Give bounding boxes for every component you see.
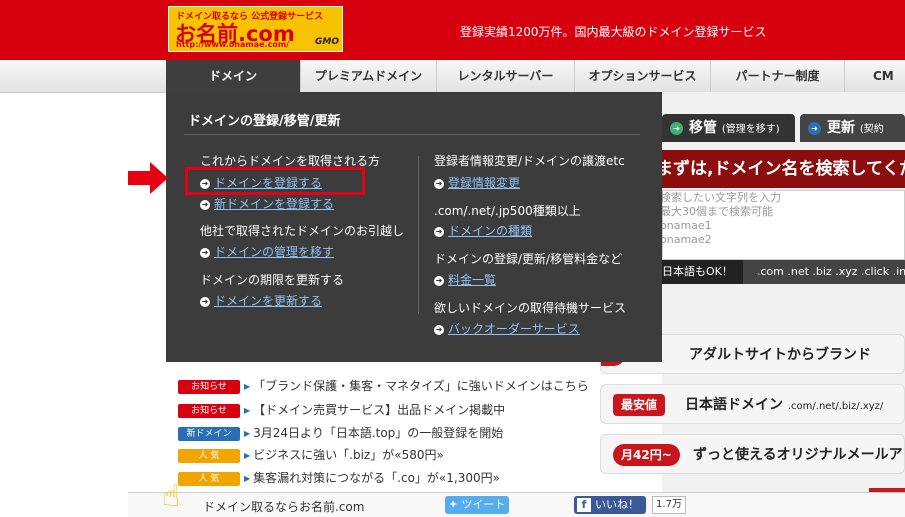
facebook-like-button[interactable]: f いいね！ [574, 496, 646, 514]
tab-transfer-sub: (管理を移す) [721, 124, 780, 135]
tab-partner[interactable]: パートナー制度 [710, 60, 844, 92]
news-label: 人 気 [178, 448, 240, 463]
news-text: 「ブランド保護・集客・マネタイズ」に強いドメインはこちら [253, 379, 589, 393]
gmo-logo: GMO [315, 37, 339, 47]
header-tagline: 登録実績1200万件。国内最大級のドメイン登録サービス [460, 25, 767, 39]
triangle-right-icon: ▶ [244, 474, 251, 483]
facebook-icon: f [577, 498, 591, 512]
tab-option-service[interactable]: オプションサービス [574, 60, 710, 92]
link-backorder-service[interactable]: ➜ バックオーダーサービス [434, 320, 580, 337]
search-placeholder-2: 最大30個まで検索可能 [660, 205, 773, 218]
link-renew-domain[interactable]: ➜ ドメインを更新する [200, 292, 322, 309]
search-input[interactable]: 検索したい文字列を入力 最大30個まで検索可能 onamae1 onamae2 [660, 190, 905, 260]
section-heading: 他社で取得されたドメインのお引越し [200, 224, 405, 238]
news-label: お知らせ [178, 403, 240, 418]
tld-bar: 日本語もOK！ .com .net .biz .xyz .click .info [662, 260, 905, 284]
section-heading: 欲しいドメインの取得待機サービス [434, 301, 627, 315]
promo-text: ずっと使えるオリジナルメールアド [693, 447, 905, 463]
promo-badge: 月42円~ [613, 444, 680, 466]
like-count: 1.7万 [652, 496, 686, 514]
triangle-right-icon: ▶ [244, 451, 251, 460]
tab-rental-server[interactable]: レンタルサーバー [436, 60, 574, 92]
arrow-right-icon: ➜ [808, 121, 821, 135]
tab-renew[interactable]: ➜ 更新 (契約 [800, 114, 905, 142]
triangle-right-icon: ▶ [244, 382, 251, 391]
dropdown-divider [184, 134, 640, 135]
promo-subtext: .com/.net/.biz/.xyz/ [787, 401, 884, 412]
search-banner: まずは,ドメイン名を検索してくださ [662, 150, 905, 188]
column-divider [418, 156, 419, 314]
tab-transfer[interactable]: ➜ 移管 (管理を移す) [662, 114, 795, 142]
site-logo[interactable]: ドメイン取るなら 公式登録サービス お名前.com http://www.ona… [168, 6, 343, 52]
arrow-circle-icon: ➜ [434, 275, 444, 286]
section-heading: 登録者情報変更/ドメインの譲渡etc [434, 154, 625, 168]
promo-text: 日本語ドメイン .com/.net/.biz/.xyz/ [685, 397, 884, 413]
promo-badge: 最安値 [613, 394, 666, 416]
news-label: 新ドメイン [178, 426, 240, 441]
arrow-circle-icon: ➜ [434, 324, 444, 335]
section-heading: ドメインの期限を更新する [200, 273, 345, 287]
news-label: お知らせ [178, 379, 240, 394]
header-bar: ドメイン取るなら 公式登録サービス お名前.com http://www.ona… [0, 0, 905, 60]
link-register-new-domain[interactable]: ➜ 新ドメインを登録する [200, 195, 334, 212]
news-item[interactable]: お知らせ ▶ 「ブランド保護・集客・マネタイズ」に強いドメインはこちら [178, 377, 589, 394]
footer-text: ドメイン取るならお名前.com [203, 500, 365, 514]
news-text: 【ドメイン売買サービス】出品ドメイン掲載中 [253, 403, 506, 417]
news-item[interactable]: 人 気 ▶ 集客漏れ対策につながる「.co」が«1,300円» [178, 469, 500, 486]
news-text: 3月24日より「日本語.top」の一般登録を開始 [253, 426, 504, 440]
jp-ok-label: 日本語もOK！ [662, 260, 743, 284]
decorative-bar [869, 488, 905, 492]
search-placeholder-4: onamae2 [660, 233, 712, 246]
logo-url-text: http://www.onamae.com/ [176, 40, 290, 49]
news-item[interactable]: 新ドメイン ▶ 3月24日より「日本語.top」の一般登録を開始 [178, 424, 503, 441]
triangle-right-icon: ▶ [244, 406, 251, 415]
link-price-list[interactable]: ➜ 料金一覧 [434, 271, 496, 288]
link-domain-types[interactable]: ➜ ドメインの種類 [434, 222, 532, 239]
red-arrow-icon [128, 162, 168, 194]
section-heading: .com/.net/.jp500種類以上 [434, 204, 581, 218]
news-text: 集客漏れ対策につながる「.co」が«1,300円» [253, 471, 500, 485]
link-transfer-domain[interactable]: ➜ ドメインの管理を移す [200, 243, 334, 260]
tab-premium-domain[interactable]: プレミアムドメイン [300, 60, 436, 92]
news-item[interactable]: 人 気 ▶ ビジネスに強い「.biz」が«580円» [178, 446, 444, 463]
arrow-circle-icon: ➜ [434, 226, 444, 237]
tab-cm-gallery[interactable]: CMギャ [844, 60, 905, 115]
news-item[interactable]: お知らせ ▶ 【ドメイン売買サービス】出品ドメイン掲載中 [178, 401, 505, 418]
tab-domain[interactable]: ドメイン [166, 60, 300, 92]
tweet-button[interactable]: ✦ ツイート [445, 496, 509, 514]
promo-banner-2[interactable]: 最安値 日本語ドメイン .com/.net/.biz/.xyz/ [600, 384, 905, 424]
search-placeholder-1: 検索したい文字列を入力 [660, 191, 781, 204]
bird-icon: ✦ [448, 498, 458, 511]
triangle-right-icon: ▶ [244, 429, 251, 438]
arrow-right-icon: ➜ [670, 121, 683, 135]
news-label: 人 気 [178, 471, 240, 486]
dropdown-title: ドメインの登録/移管/更新 [188, 114, 341, 129]
link-change-registration[interactable]: ➜ 登録情報変更 [434, 174, 520, 191]
promo-text: アダルトサイトからブランド [689, 347, 871, 363]
section-heading: ドメインの登録/更新/移管料金など [434, 252, 623, 266]
tab-transfer-label: 移管 [689, 120, 717, 136]
domain-dropdown-menu: ドメインの登録/移管/更新 これからドメインを取得される方 ➜ ドメインを登録する… [166, 92, 662, 362]
arrow-circle-icon: ➜ [434, 178, 444, 189]
tab-renew-sub: (契約 [859, 124, 884, 135]
main-nav: ドメイン プレミアムドメイン レンタルサーバー オプションサービス パートナー制… [0, 60, 905, 115]
promo-banner-3[interactable]: 月42円~ ずっと使えるオリジナルメールアド [600, 434, 905, 474]
highlight-box [185, 167, 365, 195]
pointing-hand-icon: ☝ [162, 479, 181, 514]
arrow-circle-icon: ➜ [200, 296, 210, 307]
arrow-circle-icon: ➜ [200, 247, 210, 258]
tld-list: .com .net .biz .xyz .click .info [756, 265, 905, 278]
search-placeholder-3: onamae1 [660, 219, 712, 232]
arrow-circle-icon: ➜ [200, 199, 210, 210]
news-text: ビジネスに強い「.biz」が«580円» [253, 448, 444, 462]
footer-share-bar: ☝ ドメイン取るならお名前.com [128, 479, 905, 517]
tab-renew-label: 更新 [827, 120, 855, 136]
